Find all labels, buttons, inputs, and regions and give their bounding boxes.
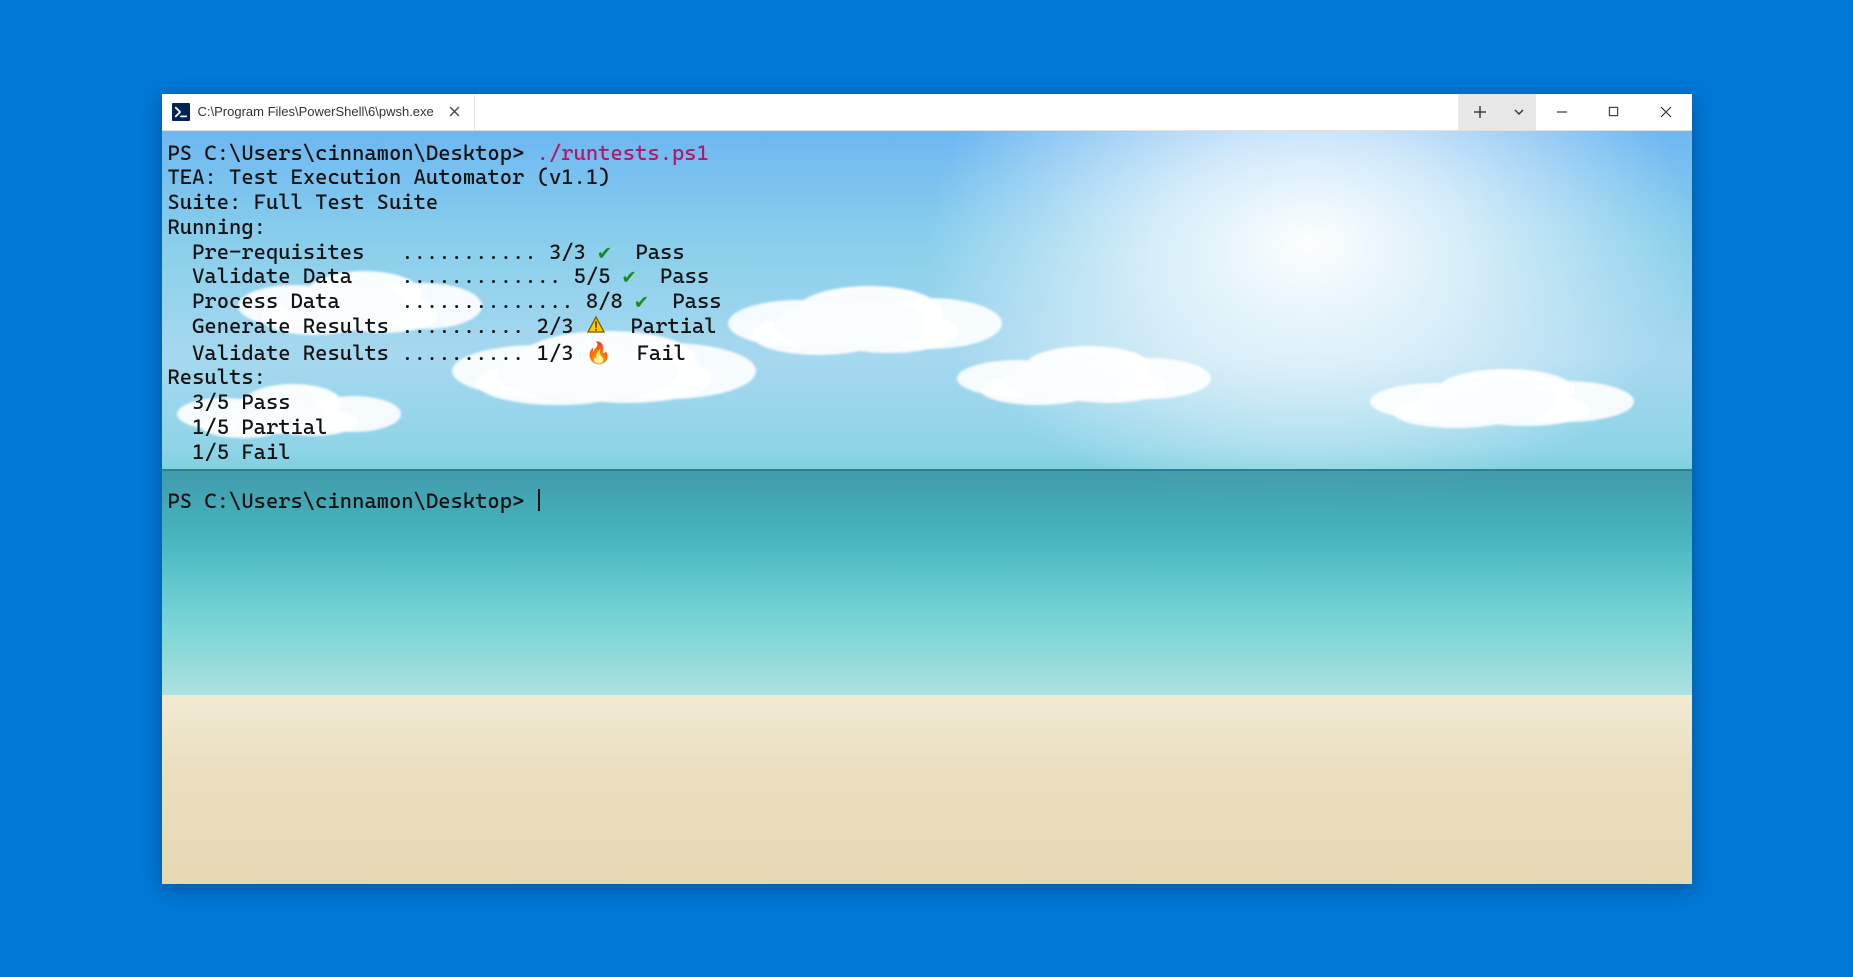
check-icon: ✔ bbox=[623, 264, 636, 288]
terminal-line: Suite: Full Test Suite bbox=[168, 190, 1686, 215]
terminal-line: TEA: Test Execution Automator (v1.1) bbox=[168, 165, 1686, 190]
terminal-line: 3/5 Pass bbox=[168, 390, 1686, 415]
tab-pwsh[interactable]: C:\Program Files\PowerShell\6\pwsh.exe bbox=[162, 94, 475, 130]
window-controls bbox=[1536, 94, 1692, 130]
titlebar-drag-area[interactable] bbox=[475, 94, 1458, 130]
terminal-line: Process Data .............. 8/8 ✔ Pass bbox=[168, 289, 1686, 314]
terminal-client[interactable]: PS C:\Users\cinnamon\Desktop> ./runtests… bbox=[162, 131, 1692, 884]
desktop: C:\Program Files\PowerShell\6\pwsh.exe bbox=[0, 0, 1853, 977]
tab-dropdown-button[interactable] bbox=[1502, 94, 1536, 130]
titlebar[interactable]: C:\Program Files\PowerShell\6\pwsh.exe bbox=[162, 94, 1692, 131]
check-icon: ✔ bbox=[635, 289, 648, 313]
fire-icon: 🔥 bbox=[586, 341, 612, 365]
terminal-window: C:\Program Files\PowerShell\6\pwsh.exe bbox=[162, 94, 1692, 884]
terminal-line: 1/5 Partial bbox=[168, 415, 1686, 440]
terminal-line: Validate Data ............. 5/5 ✔ Pass bbox=[168, 264, 1686, 289]
terminal-line: PS C:\Users\cinnamon\Desktop> bbox=[168, 489, 1686, 514]
minimize-button[interactable] bbox=[1536, 94, 1588, 130]
terminal-line: Generate Results .......... 2/3 Partial bbox=[168, 314, 1686, 341]
terminal-line: 1/5 Fail bbox=[168, 440, 1686, 465]
new-tab-button[interactable] bbox=[1458, 94, 1502, 130]
maximize-button[interactable] bbox=[1588, 94, 1640, 130]
terminal-line: Validate Results .......... 1/3 🔥 Fail bbox=[168, 341, 1686, 366]
cursor bbox=[538, 489, 540, 511]
terminal-line bbox=[168, 464, 1686, 489]
terminal-line: Running: bbox=[168, 215, 1686, 240]
warning-icon bbox=[586, 315, 606, 341]
tab-title: C:\Program Files\PowerShell\6\pwsh.exe bbox=[198, 104, 434, 119]
tab-controls bbox=[1458, 94, 1536, 130]
close-button[interactable] bbox=[1640, 94, 1692, 130]
terminal-output[interactable]: PS C:\Users\cinnamon\Desktop> ./runtests… bbox=[162, 131, 1692, 884]
tab-close-icon[interactable] bbox=[448, 105, 462, 119]
check-icon: ✔ bbox=[598, 240, 611, 264]
terminal-line: Results: bbox=[168, 365, 1686, 390]
terminal-line: PS C:\Users\cinnamon\Desktop> ./runtests… bbox=[168, 141, 1686, 166]
powershell-icon bbox=[172, 103, 190, 121]
terminal-line: Pre-requisites ........... 3/3 ✔ Pass bbox=[168, 240, 1686, 265]
command-text: ./runtests.ps1 bbox=[537, 141, 709, 165]
